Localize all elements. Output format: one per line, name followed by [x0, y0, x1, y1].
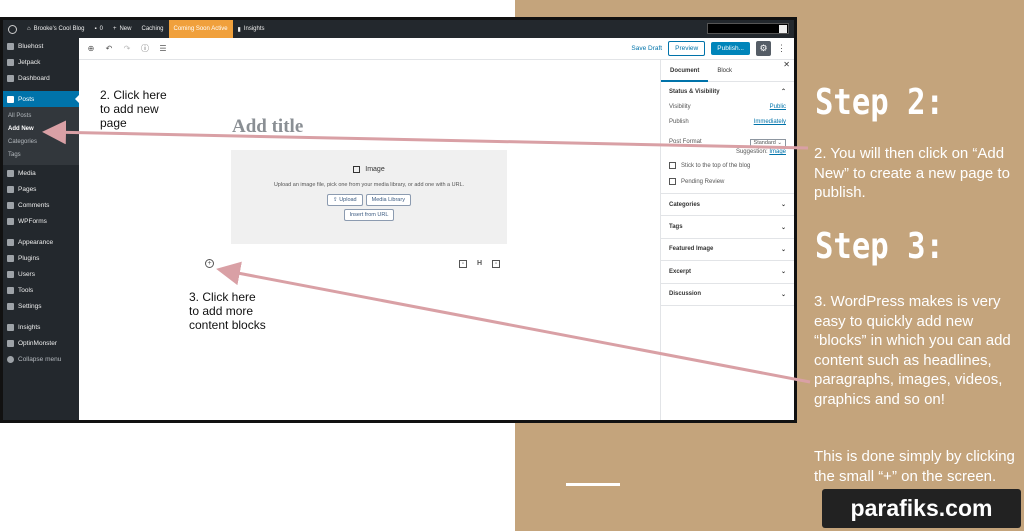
watermark: parafiks.com	[822, 489, 1021, 528]
divider	[566, 483, 620, 486]
arrow-to-plus	[216, 261, 811, 384]
arrow-to-add-new	[42, 120, 809, 150]
step2-heading: Step 2:	[815, 82, 944, 123]
step3-text: 3. WordPress makes is very easy to quick…	[814, 293, 1011, 408]
step3-extra-text: This is done simply by clicking the smal…	[814, 448, 1015, 485]
step3-heading: Step 3:	[815, 226, 944, 267]
step2-text: 2. You will then click on “Add New” to c…	[814, 145, 1010, 201]
